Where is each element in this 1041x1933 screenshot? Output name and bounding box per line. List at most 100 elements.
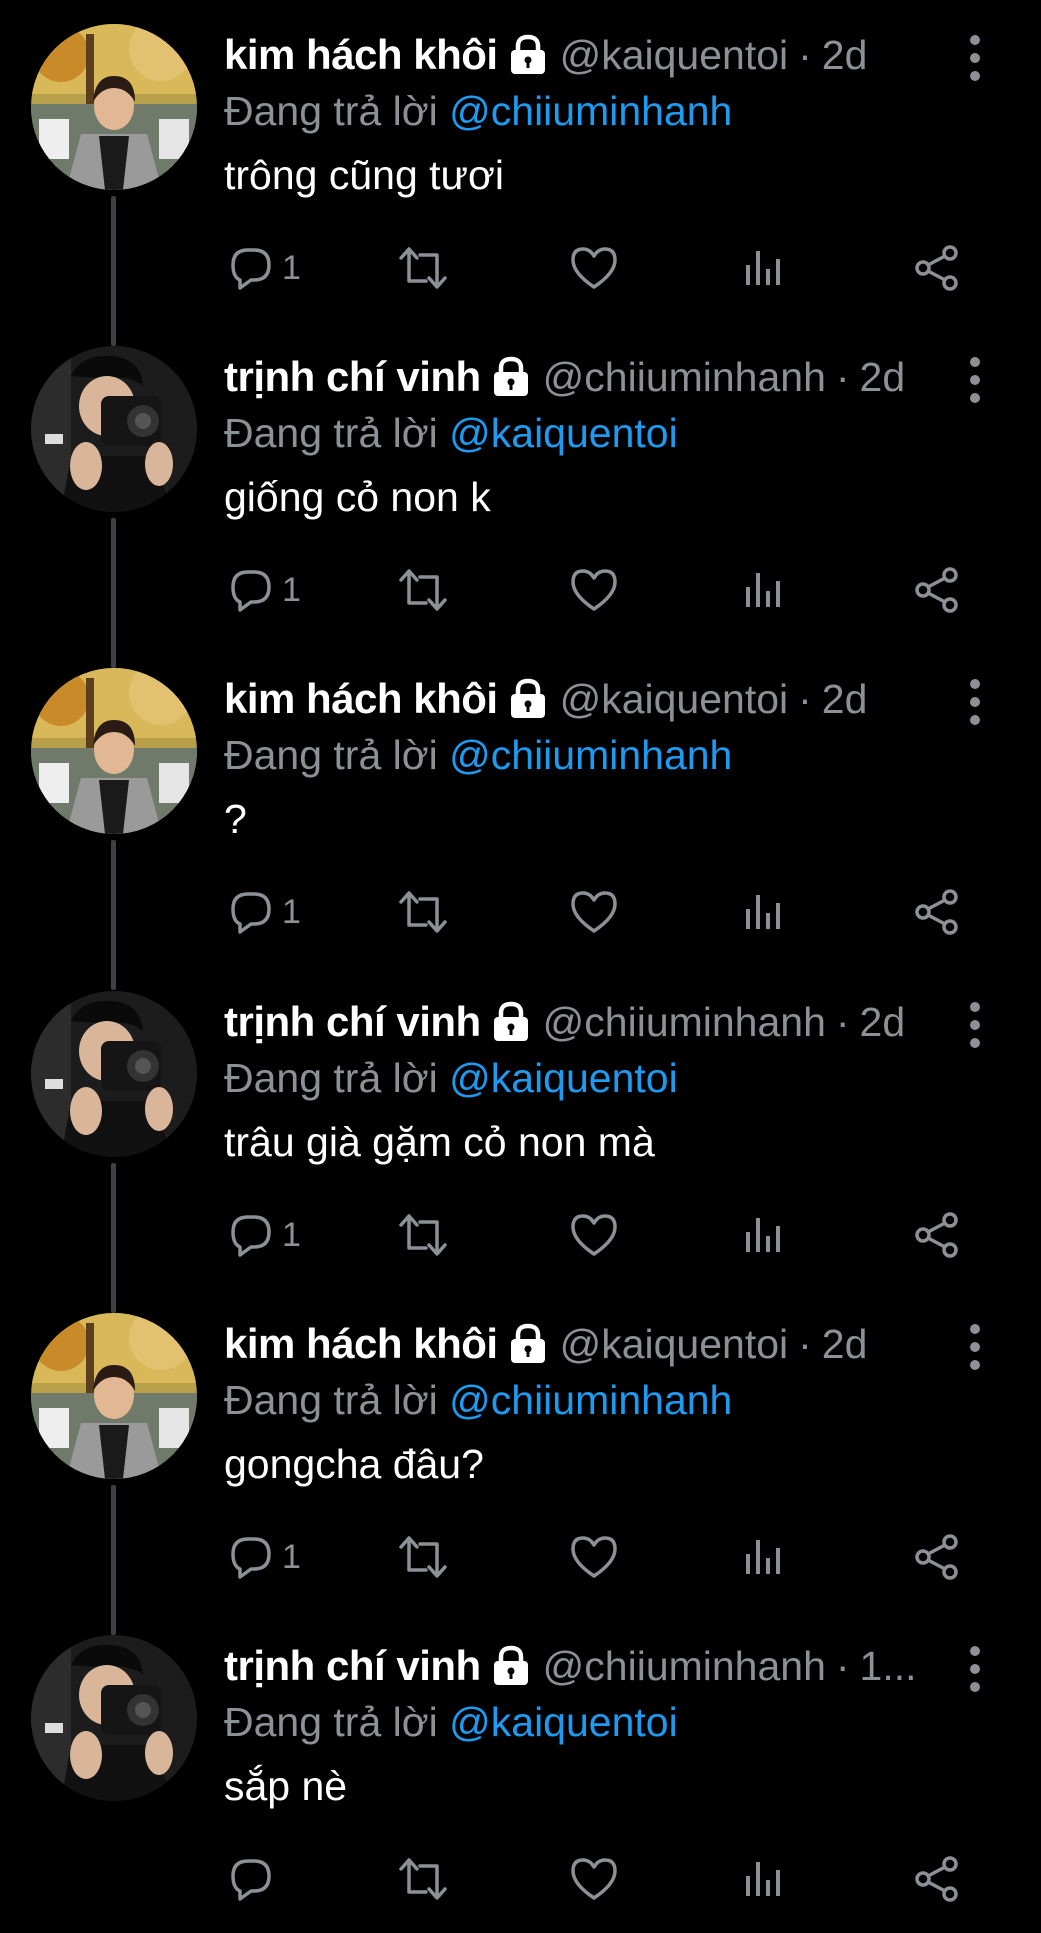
timestamp[interactable]: 2d	[822, 32, 868, 79]
more-vertical-icon[interactable]	[960, 352, 990, 412]
tweet-content: trịnh chí vinh @chiiuminhanh · 2d Đang t…	[224, 348, 944, 524]
reply-icon	[231, 570, 271, 612]
avatar[interactable]	[31, 991, 197, 1157]
more-vertical-icon[interactable]	[960, 1641, 990, 1701]
thread-connector-line	[111, 644, 116, 666]
reply-mention-link[interactable]: @kaiquentoi	[449, 410, 678, 456]
display-name[interactable]: trịnh chí vinh	[224, 1642, 481, 1690]
avatar[interactable]	[31, 24, 197, 190]
more-vertical-icon[interactable]	[960, 674, 990, 734]
heart-icon	[571, 891, 617, 933]
user-handle[interactable]: @kaiquentoi	[560, 32, 789, 79]
tweet-header: trịnh chí vinh @chiiuminhanh · 1...	[224, 1637, 944, 1695]
reply-mention-link[interactable]: @chiiuminhanh	[449, 1377, 732, 1423]
avatar[interactable]	[31, 346, 197, 512]
reply-button[interactable]: 1	[226, 882, 301, 942]
retweet-button[interactable]	[396, 882, 450, 942]
like-button[interactable]	[569, 1205, 619, 1265]
reply-mention-link[interactable]: @kaiquentoi	[449, 1055, 678, 1101]
separator-dot: ·	[798, 31, 812, 78]
views-button[interactable]	[738, 560, 788, 620]
retweet-button[interactable]	[396, 560, 450, 620]
tweet-actions: 1	[224, 1527, 984, 1587]
more-vertical-icon[interactable]	[960, 30, 990, 90]
avatar-image	[31, 346, 197, 512]
share-button[interactable]	[912, 1527, 962, 1587]
display-name[interactable]: trịnh chí vinh	[224, 353, 481, 401]
display-name[interactable]: kim hách khôi	[224, 675, 498, 723]
tweet-text: trông cũng tươi	[224, 152, 504, 198]
user-handle[interactable]: @chiiuminhanh	[543, 354, 826, 401]
share-button[interactable]	[912, 882, 962, 942]
share-button[interactable]	[912, 1849, 962, 1909]
avatar-image	[31, 991, 197, 1157]
timestamp[interactable]: 1...	[860, 1643, 917, 1690]
avatar[interactable]	[31, 1313, 197, 1479]
share-icon	[915, 889, 958, 935]
tweet[interactable]: trịnh chí vinh @chiiuminhanh · 1... Đang…	[0, 1611, 1041, 1933]
more-vertical-icon[interactable]	[960, 997, 990, 1057]
thread-connector-line	[111, 1611, 116, 1633]
views-button[interactable]	[738, 238, 788, 298]
timestamp[interactable]: 2d	[860, 354, 906, 401]
thread-connector-line	[111, 967, 116, 989]
user-handle[interactable]: @kaiquentoi	[560, 676, 789, 723]
timestamp[interactable]: 2d	[860, 999, 906, 1046]
lock-icon	[493, 1001, 528, 1041]
timestamp[interactable]: 2d	[822, 676, 868, 723]
heart-icon	[571, 1858, 617, 1900]
reply-mention-link[interactable]: @chiiuminhanh	[449, 88, 732, 134]
like-button[interactable]	[569, 560, 619, 620]
tweet-content: trịnh chí vinh @chiiuminhanh · 1... Đang…	[224, 1637, 944, 1813]
tweet[interactable]: kim hách khôi @kaiquentoi · 2d Đang trả …	[0, 0, 1041, 346]
tweet[interactable]: kim hách khôi @kaiquentoi · 2d Đang trả …	[0, 644, 1041, 990]
tweet[interactable]: kim hách khôi @kaiquentoi · 2d Đang trả …	[0, 1289, 1041, 1635]
tweet-text: sắp nè	[224, 1763, 348, 1809]
tweet-actions: 1	[224, 1205, 984, 1265]
views-icon	[746, 895, 780, 929]
share-button[interactable]	[912, 560, 962, 620]
retweet-button[interactable]	[396, 1849, 450, 1909]
retweet-button[interactable]	[396, 1527, 450, 1587]
like-button[interactable]	[569, 882, 619, 942]
reply-button[interactable]: 1	[226, 1527, 301, 1587]
views-button[interactable]	[738, 1849, 788, 1909]
share-icon	[915, 567, 958, 613]
reply-button[interactable]: 1	[226, 238, 301, 298]
reply-mention-link[interactable]: @kaiquentoi	[449, 1699, 678, 1745]
share-button[interactable]	[912, 1205, 962, 1265]
display-name[interactable]: kim hách khôi	[224, 1320, 498, 1368]
reply-icon	[231, 248, 271, 290]
timestamp[interactable]: 2d	[822, 1321, 868, 1368]
views-button[interactable]	[738, 1205, 788, 1265]
views-button[interactable]	[738, 1527, 788, 1587]
tweet[interactable]: trịnh chí vinh @chiiuminhanh · 2d Đang t…	[0, 322, 1041, 668]
user-handle[interactable]: @kaiquentoi	[560, 1321, 789, 1368]
reply-button[interactable]	[226, 1849, 282, 1909]
views-button[interactable]	[738, 882, 788, 942]
reply-button[interactable]: 1	[226, 1205, 301, 1265]
display-name[interactable]: trịnh chí vinh	[224, 998, 481, 1046]
share-button[interactable]	[912, 238, 962, 298]
retweet-button[interactable]	[396, 238, 450, 298]
like-button[interactable]	[569, 1849, 619, 1909]
reply-button[interactable]: 1	[226, 560, 301, 620]
views-icon	[746, 251, 780, 285]
retweet-button[interactable]	[396, 1205, 450, 1265]
tweet[interactable]: trịnh chí vinh @chiiuminhanh · 2d Đang t…	[0, 967, 1041, 1313]
lock-icon	[510, 34, 545, 74]
display-name[interactable]: kim hách khôi	[224, 31, 498, 79]
like-button[interactable]	[569, 238, 619, 298]
user-handle[interactable]: @chiiuminhanh	[543, 1643, 826, 1690]
share-icon	[915, 1534, 958, 1580]
avatar[interactable]	[31, 668, 197, 834]
reply-icon	[231, 1215, 271, 1257]
like-button[interactable]	[569, 1527, 619, 1587]
reply-icon	[231, 1537, 271, 1579]
retweet-icon	[399, 891, 447, 933]
avatar[interactable]	[31, 1635, 197, 1801]
replying-to-label: Đang trả lời	[224, 410, 450, 456]
more-vertical-icon[interactable]	[960, 1319, 990, 1379]
reply-mention-link[interactable]: @chiiuminhanh	[449, 732, 732, 778]
user-handle[interactable]: @chiiuminhanh	[543, 999, 826, 1046]
